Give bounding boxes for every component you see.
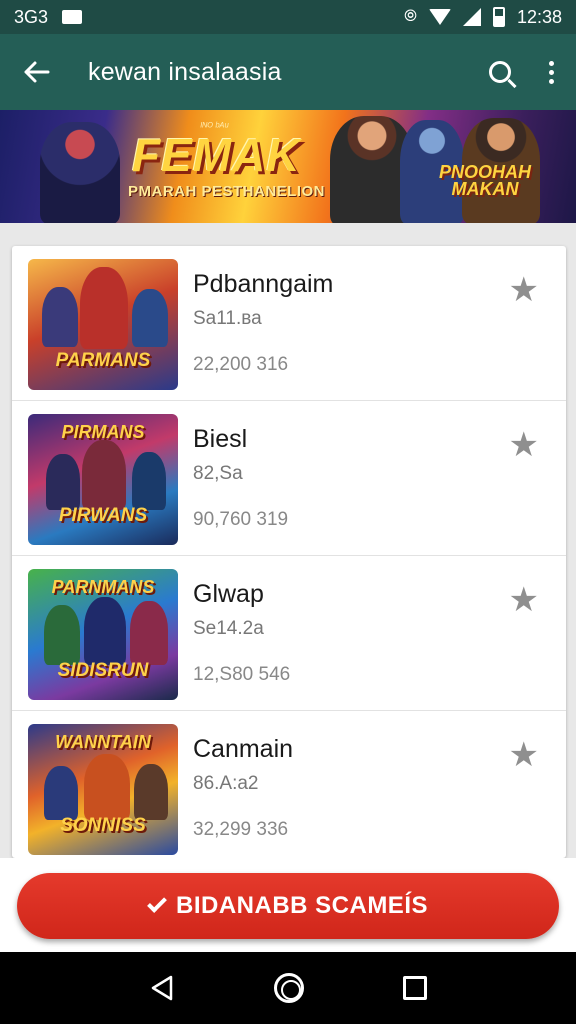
game-thumbnail: PARNMANS SIDISRUN: [28, 569, 178, 700]
thumb-figure: [80, 267, 128, 349]
game-title: Biesl: [193, 425, 248, 453]
nav-back-icon[interactable]: [149, 974, 175, 1002]
mail-icon: [62, 10, 83, 24]
thumb-figure: [44, 605, 80, 665]
thumb-figure: [82, 440, 126, 510]
game-count: 90,760 319: [193, 509, 289, 530]
promo-banner[interactable]: ᴵᴺᴼ ᵇᴬᵘ FEMAK PMARAH PESTHANELION PNOOHA…: [0, 110, 576, 223]
thumb-figure: [132, 289, 168, 347]
game-subtitle: Se14.2a: [193, 618, 264, 639]
game-thumbnail: PARMANS: [28, 259, 178, 390]
star-icon[interactable]: ★: [509, 428, 539, 462]
game-thumbnail: WANNTAIN SONNISS: [28, 724, 178, 855]
back-arrow-icon[interactable]: [22, 60, 50, 84]
banner-title: FEMAK: [132, 129, 301, 181]
battery-icon: [492, 7, 505, 27]
thumb-title: SIDISRUN: [57, 660, 149, 681]
thumb-title: PIRWANS: [58, 505, 148, 526]
game-thumbnail: PIRMANS PIRWANS: [28, 414, 178, 545]
thumb-figure: [44, 766, 78, 820]
game-title: Pdbanngaim: [193, 270, 334, 298]
star-icon[interactable]: ★: [509, 738, 539, 772]
thumb-figure: [134, 764, 168, 820]
thumb-figure: [46, 454, 80, 510]
star-icon[interactable]: ★: [509, 583, 539, 617]
thumb-title: SONNISS: [60, 815, 146, 836]
thumb-top-title: WANNTAIN: [55, 732, 151, 752]
cta-button[interactable]: BIDANABB SCAMEÍS: [17, 873, 559, 939]
cta-label: BIDANABB SCAMEÍS: [175, 892, 428, 919]
list-item[interactable]: PIRMANS PIRWANS Biesl 82,Sa 90,760 319 ★: [12, 401, 566, 556]
game-count: 12,S80 546: [193, 664, 291, 685]
check-icon: [147, 893, 167, 913]
game-subtitle: 86.A:a2: [193, 773, 259, 794]
game-list: PARMANS Pdbanngaim Sa11.ва 22,200 316 ★ …: [12, 246, 566, 858]
game-title: Glwap: [193, 580, 264, 608]
list-item[interactable]: PARNMANS SIDISRUN Glwap Se14.2a 12,S80 5…: [12, 556, 566, 711]
nav-recents-icon[interactable]: [402, 976, 427, 1000]
thumb-top-title: PARNMANS: [51, 577, 155, 597]
thumb-figure: [130, 601, 168, 665]
clock: 12:38: [516, 6, 562, 27]
game-subtitle: Sa11.ва: [193, 308, 262, 329]
thumb-figure: [84, 597, 126, 665]
search-icon[interactable]: [489, 61, 511, 83]
system-nav-bar: [0, 952, 576, 1024]
thumb-title: PARMANS: [55, 350, 151, 371]
list-item[interactable]: PARMANS Pdbanngaim Sa11.ва 22,200 316 ★: [12, 246, 566, 401]
game-count: 22,200 316: [193, 354, 289, 375]
signal-icon: [462, 8, 481, 26]
thumb-figure: [42, 287, 78, 347]
more-vert-icon[interactable]: [549, 60, 554, 84]
thumb-figure: [84, 754, 130, 820]
wifi-icon: [428, 9, 451, 25]
network-label: 3G3: [14, 6, 49, 27]
game-title: Canmain: [193, 735, 294, 763]
banner-subtitle: PMARAH PESTHANELION: [128, 183, 326, 200]
banner-hero-figure: [40, 122, 120, 223]
game-subtitle: 82,Sa: [193, 463, 243, 484]
nav-home-icon[interactable]: [273, 973, 304, 1003]
vibrate-icon: ⦾: [404, 8, 417, 25]
page-title: kewan insalaasia: [88, 57, 282, 86]
star-icon[interactable]: ★: [509, 273, 539, 307]
thumb-figure: [132, 452, 166, 510]
app-bar: kewan insalaasia: [0, 34, 576, 110]
game-count: 32,299 336: [193, 819, 289, 840]
banner-right-title: PNOOHAH MAKAN: [438, 162, 531, 199]
status-bar: 3G3 ⦾ 12:38: [0, 0, 576, 34]
list-item[interactable]: WANNTAIN SONNISS Canmain 86.A:a2 32,299 …: [12, 711, 566, 858]
